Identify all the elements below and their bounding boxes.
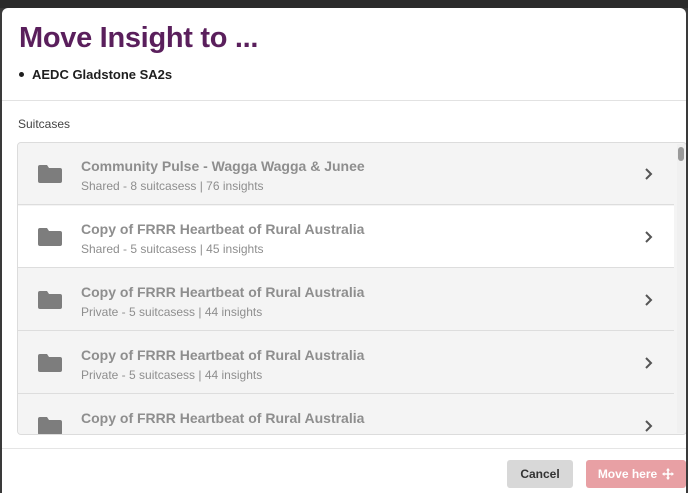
suitcase-row[interactable]: Copy of FRRR Heartbeat of Rural Australi… <box>18 206 674 268</box>
suitcase-title: Copy of FRRR Heartbeat of Rural Australi… <box>81 284 365 300</box>
bullet-icon <box>19 72 24 77</box>
folder-icon <box>38 354 62 372</box>
list-scrollbar[interactable] <box>677 144 685 433</box>
dialog-footer: Cancel Move here <box>2 448 686 493</box>
suitcase-title: Copy of FRRR Heartbeat of Rural Australi… <box>81 347 365 363</box>
suitcase-meta: Shared - 8 suitcasess | 76 insights <box>81 179 264 193</box>
suitcase-row[interactable]: Copy of FRRR Heartbeat of Rural Australi… <box>18 395 674 434</box>
suitcase-meta: Private - 5 suitcasess | 44 insights <box>81 368 263 382</box>
move-arrows-icon <box>662 468 675 480</box>
folder-icon <box>38 291 62 309</box>
dialog-title: Move Insight to ... <box>19 22 259 54</box>
folder-icon <box>38 417 62 434</box>
selected-insight-label: AEDC Gladstone SA2s <box>32 67 173 82</box>
suitcase-meta: Private - 5 suitcasess | 44 insights <box>81 305 263 319</box>
cancel-button[interactable]: Cancel <box>507 460 573 488</box>
move-here-button[interactable]: Move here <box>586 460 686 488</box>
suitcase-title: Copy of FRRR Heartbeat of Rural Australi… <box>81 410 365 426</box>
suitcase-title: Community Pulse - Wagga Wagga & Junee <box>81 158 365 174</box>
chevron-right-icon[interactable] <box>644 357 654 369</box>
suitcase-title: Copy of FRRR Heartbeat of Rural Australi… <box>81 221 365 237</box>
chevron-right-icon[interactable] <box>644 168 654 180</box>
folder-icon <box>38 165 62 183</box>
suitcase-row[interactable]: Copy of FRRR Heartbeat of Rural Australi… <box>18 269 674 331</box>
chevron-right-icon[interactable] <box>644 294 654 306</box>
scrollbar-thumb[interactable] <box>678 147 684 161</box>
chevron-right-icon[interactable] <box>644 231 654 243</box>
suitcase-row[interactable]: Community Pulse - Wagga Wagga & Junee Sh… <box>18 143 674 205</box>
selected-insight-item: AEDC Gladstone SA2s <box>19 67 172 82</box>
background-app-bar <box>0 0 688 8</box>
suitcase-row[interactable]: Copy of FRRR Heartbeat of Rural Australi… <box>18 332 674 394</box>
folder-icon <box>38 228 62 246</box>
suitcase-list[interactable]: Community Pulse - Wagga Wagga & Junee Sh… <box>17 142 686 435</box>
move-insight-dialog: Move Insight to ... AEDC Gladstone SA2s … <box>2 8 686 493</box>
suitcases-section-label: Suitcases <box>18 117 71 131</box>
suitcase-meta: Shared - 5 suitcasess | 45 insights <box>81 242 264 256</box>
move-here-label: Move here <box>597 467 658 481</box>
dialog-header: Move Insight to ... AEDC Gladstone SA2s <box>2 8 686 101</box>
chevron-right-icon[interactable] <box>644 420 654 432</box>
